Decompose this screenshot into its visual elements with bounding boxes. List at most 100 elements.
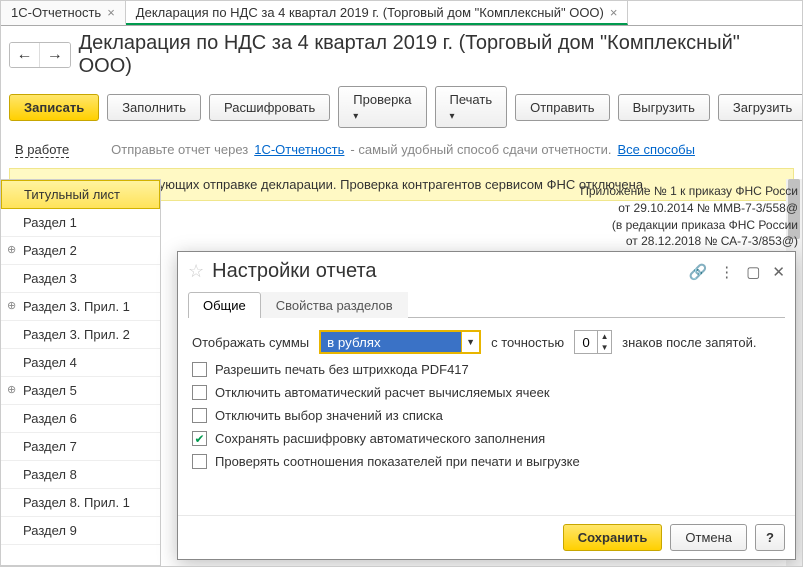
send-button[interactable]: Отправить <box>515 94 609 121</box>
sidebar-item-label: Раздел 4 <box>23 355 77 370</box>
precision-input[interactable] <box>575 331 597 353</box>
sidebar-item-label: Раздел 8. Прил. 1 <box>23 495 130 510</box>
amount-input[interactable] <box>321 332 461 352</box>
chk-label: Проверять соотношения показателей при пе… <box>215 454 580 469</box>
print-label: Печать <box>450 92 493 107</box>
sidebar-item[interactable]: Раздел 6 <box>1 405 160 433</box>
nav-forward-button[interactable]: → <box>40 43 70 67</box>
sidebar-item-label: Раздел 3. Прил. 1 <box>23 299 130 314</box>
maximize-icon[interactable]: ▢ <box>746 263 760 281</box>
attach-l4: от 28.12.2018 № СА-7-3/853@) <box>580 233 798 250</box>
dialog-save-button[interactable]: Сохранить <box>563 524 663 551</box>
sidebar-item-label: Раздел 1 <box>23 215 77 230</box>
chk-save-decode[interactable]: ✔ Сохранять расшифровку автоматического з… <box>192 431 781 446</box>
sidebar-item-label: Раздел 7 <box>23 439 77 454</box>
chk-label: Сохранять расшифровку автоматического за… <box>215 431 545 446</box>
report-settings-dialog: ☆ Настройки отчета 🔗 ⋮ ▢ ✕ Общие Свойств… <box>177 251 796 560</box>
chk-label: Разрешить печать без штрихкода PDF417 <box>215 362 469 377</box>
decode-button[interactable]: Расшифровать <box>209 94 330 121</box>
status-link[interactable]: В работе <box>15 142 69 158</box>
page-title: Декларация по НДС за 4 квартал 2019 г. (… <box>79 32 794 78</box>
dialog-body: Отображать суммы ▼ с точностью ▲ ▼ знако… <box>178 318 795 515</box>
sidebar-item-label: Раздел 5 <box>23 383 77 398</box>
precision-spinner[interactable]: ▲ ▼ <box>574 330 612 354</box>
chk-barcode[interactable]: Разрешить печать без штрихкода PDF417 <box>192 362 781 377</box>
chk-label: Отключить автоматический расчет вычисляе… <box>215 385 550 400</box>
checkbox-icon <box>192 454 207 469</box>
link-icon[interactable]: 🔗 <box>689 263 708 281</box>
chk-autocalc[interactable]: Отключить автоматический расчет вычисляе… <box>192 385 781 400</box>
nav-buttons: ← → <box>9 42 71 68</box>
expand-icon[interactable]: ⊕ <box>7 243 16 256</box>
sidebar-item[interactable]: ⊕ Раздел 3. Прил. 1 <box>1 293 160 321</box>
spin-down-icon[interactable]: ▼ <box>598 342 611 353</box>
close-icon[interactable]: × <box>610 5 618 20</box>
sidebar-item[interactable]: Раздел 8 <box>1 461 160 489</box>
tab-reporting[interactable]: 1С-Отчетность × <box>1 1 126 25</box>
tab-label: Декларация по НДС за 4 квартал 2019 г. (… <box>136 5 604 20</box>
sidebar-item-label: Раздел 3 <box>23 271 77 286</box>
sections-sidebar[interactable]: Титульный лист Раздел 1 ⊕ Раздел 2 Раздел 3 ⊕… <box>1 179 161 566</box>
sidebar-item-label: Титульный лист <box>24 187 120 202</box>
dialog-help-button[interactable]: ? <box>755 524 785 551</box>
info-row: В работе Отправьте отчет через 1С-Отчетн… <box>1 138 802 168</box>
sidebar-item-label: Раздел 8 <box>23 467 77 482</box>
chevron-down-icon: ▾ <box>353 111 358 122</box>
amount-combo[interactable]: ▼ <box>319 330 481 354</box>
close-icon[interactable]: × <box>107 5 115 20</box>
dialog-window-icons: 🔗 ⋮ ▢ ✕ <box>689 263 785 281</box>
expand-icon[interactable]: ⊕ <box>7 299 16 312</box>
check-button[interactable]: Проверка ▾ <box>338 86 426 128</box>
attach-l3: (в редакции приказа ФНС России <box>580 217 798 234</box>
sidebar-item[interactable]: ⊕ Раздел 2 <box>1 237 160 265</box>
fill-button[interactable]: Заполнить <box>107 94 201 121</box>
sidebar-item[interactable]: Раздел 1 <box>1 209 160 237</box>
sidebar-item-label: Раздел 6 <box>23 411 77 426</box>
nav-back-button[interactable]: ← <box>10 43 40 67</box>
chk-listselect[interactable]: Отключить выбор значений из списка <box>192 408 781 423</box>
chk-label: Отключить выбор значений из списка <box>215 408 443 423</box>
sidebar-item[interactable]: Титульный лист <box>1 180 160 209</box>
sidebar-item[interactable]: Раздел 9 <box>1 517 160 545</box>
spin-up-icon[interactable]: ▲ <box>598 331 611 342</box>
sidebar-item[interactable]: Раздел 3 <box>1 265 160 293</box>
print-button[interactable]: Печать ▾ <box>435 86 508 128</box>
save-button[interactable]: Записать <box>9 94 99 121</box>
dialog-cancel-button[interactable]: Отмена <box>670 524 747 551</box>
checkbox-checked-icon: ✔ <box>192 431 207 446</box>
checkbox-icon <box>192 385 207 400</box>
dialog-title: Настройки отчета <box>212 260 680 283</box>
sidebar-item[interactable]: Раздел 3. Прил. 2 <box>1 321 160 349</box>
close-icon[interactable]: ✕ <box>772 263 785 281</box>
chk-verify[interactable]: Проверять соотношения показателей при пе… <box>192 454 781 469</box>
chevron-down-icon[interactable]: ▼ <box>461 332 479 352</box>
checkbox-icon <box>192 408 207 423</box>
expand-icon[interactable]: ⊕ <box>7 383 16 396</box>
window-tabs: 1С-Отчетность × Декларация по НДС за 4 к… <box>1 1 802 26</box>
dialog-titlebar: ☆ Настройки отчета 🔗 ⋮ ▢ ✕ <box>178 252 795 291</box>
tab-general[interactable]: Общие <box>188 292 261 318</box>
hint-link-all[interactable]: Все способы <box>618 142 695 157</box>
check-label: Проверка <box>353 92 411 107</box>
precision-label: с точностью <box>491 335 564 350</box>
hint-link-1c[interactable]: 1С-Отчетность <box>254 142 344 157</box>
tab-declaration[interactable]: Декларация по НДС за 4 квартал 2019 г. (… <box>126 1 629 25</box>
sidebar-item[interactable]: Раздел 4 <box>1 349 160 377</box>
import-button[interactable]: Загрузить <box>718 94 803 121</box>
title-row: ← → Декларация по НДС за 4 квартал 2019 … <box>1 26 802 80</box>
sidebar-item[interactable]: ⊕ Раздел 5 <box>1 377 160 405</box>
sidebar-item-label: Раздел 2 <box>23 243 77 258</box>
attach-l1: Приложение № 1 к приказу ФНС Росси <box>580 183 798 200</box>
amount-row: Отображать суммы ▼ с точностью ▲ ▼ знако… <box>192 330 781 354</box>
toolbar: Записать Заполнить Расшифровать Проверка… <box>1 80 802 138</box>
sidebar-item-label: Раздел 3. Прил. 2 <box>23 327 130 342</box>
tab-section-props[interactable]: Свойства разделов <box>261 292 408 318</box>
sidebar-item[interactable]: Раздел 7 <box>1 433 160 461</box>
more-icon[interactable]: ⋮ <box>719 263 734 281</box>
export-button[interactable]: Выгрузить <box>618 94 710 121</box>
favorite-icon[interactable]: ☆ <box>188 261 204 282</box>
precision-after: знаков после запятой. <box>622 335 756 350</box>
dialog-tabs: Общие Свойства разделов <box>188 291 785 318</box>
sidebar-item[interactable]: Раздел 8. Прил. 1 <box>1 489 160 517</box>
hint-mid: - самый удобный способ сдачи отчетности. <box>350 142 611 157</box>
